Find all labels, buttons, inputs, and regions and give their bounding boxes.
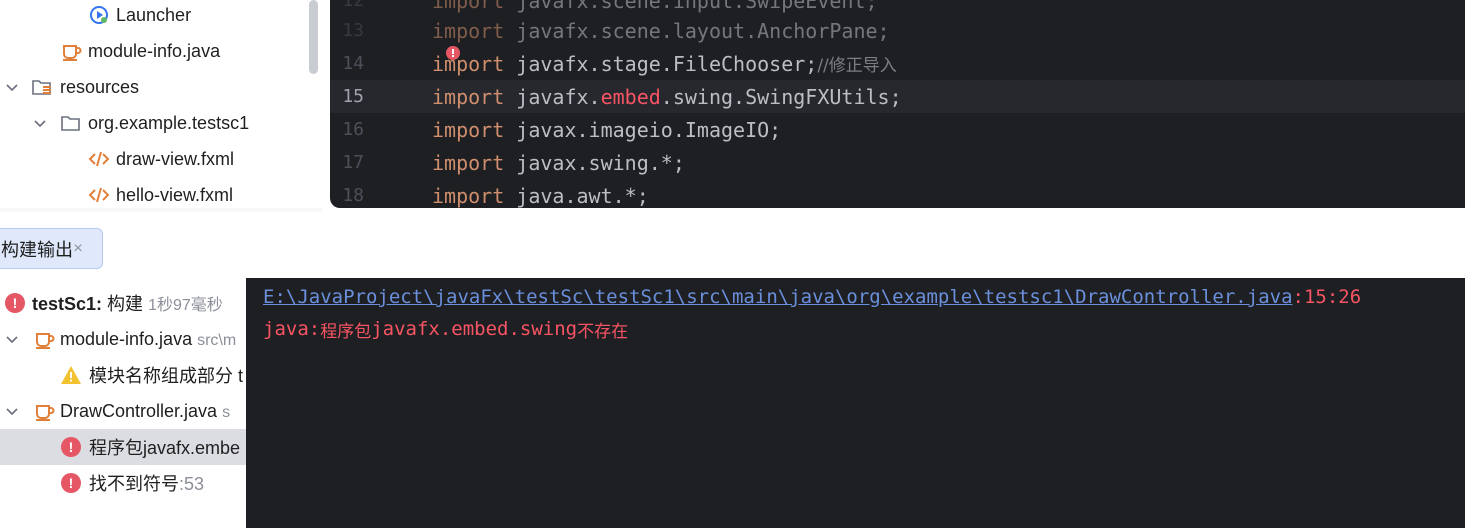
chevron-down-icon[interactable]	[3, 330, 21, 348]
line-number: 18	[342, 185, 364, 206]
tree-item-label: module-info.java	[88, 40, 221, 61]
build-message: 找不到符号	[89, 474, 179, 494]
message-package: javafx.embed.swing	[371, 318, 578, 340]
unresolved-symbol: embed	[600, 84, 661, 109]
message-text: 不存在	[577, 321, 629, 342]
tree-item-label: org.example.testsc1	[88, 112, 250, 133]
code-line-17[interactable]: 17 import javax.swing.*;	[330, 146, 1465, 179]
code-line-15[interactable]: 15 import javafx.embed.swing.SwingFXUtil…	[330, 80, 1465, 113]
build-duration: 1秒97毫秒	[148, 297, 223, 314]
line-number: 17	[342, 152, 364, 173]
line-number: 13	[342, 20, 364, 41]
project-tree-panel: Launcher module-info.java resources org.…	[0, 0, 322, 208]
error-icon: !	[61, 473, 81, 493]
code-text: import javafx.scene.input.SwipeEvent;	[432, 0, 878, 13]
code-text: import javafx.embed.swing.SwingFXUtils;	[432, 84, 902, 109]
tree-scrollbar[interactable]	[309, 0, 318, 74]
close-icon[interactable]: ×	[71, 240, 85, 257]
chevron-down-icon[interactable]	[3, 78, 21, 96]
build-project-name: testSc1:	[32, 294, 103, 314]
line-number: 14	[342, 53, 364, 74]
build-file-path: s	[222, 403, 231, 421]
code-text: import javax.imageio.ImageIO;	[432, 117, 782, 142]
build-file-module-info[interactable]: module-info.java src\m	[0, 321, 246, 357]
error-icon: !	[61, 437, 81, 457]
line-number: 16	[342, 119, 364, 140]
java-file-icon	[33, 328, 55, 350]
message-text: 程序包	[320, 321, 372, 342]
build-line-ref: :53	[179, 474, 205, 494]
package-folder-icon	[60, 112, 82, 134]
code-line-14[interactable]: 14 import javafx.stage.FileChooser;//修正导…	[330, 47, 1465, 80]
build-file-path: src\m	[197, 331, 237, 349]
tree-item-module-info[interactable]: module-info.java	[0, 33, 310, 69]
build-message: 模块名称组成部分 t	[89, 366, 244, 386]
build-warning-item[interactable]: 模块名称组成部分 t	[0, 357, 246, 393]
build-tree-panel: ! testSc1: 构建 1秒97毫秒 module-info.java sr…	[0, 278, 246, 528]
source-file-link[interactable]: E:\JavaProject\javaFx\testSc\testSc1\src…	[263, 286, 1293, 308]
error-marker-icon[interactable]	[444, 46, 462, 64]
build-error-item[interactable]: ! 找不到符号:53	[0, 465, 246, 501]
code-comment: //修正导入	[817, 56, 897, 76]
build-file-name: module-info.java	[60, 328, 193, 349]
message-prefix: java:	[263, 318, 321, 340]
console-error-message: java: 程序包 javafx.embed.swing 不存在	[263, 316, 628, 342]
tree-item-draw-view[interactable]: draw-view.fxml	[0, 141, 310, 177]
build-root-item[interactable]: ! testSc1: 构建 1秒97毫秒	[0, 285, 246, 321]
console-location-line: E:\JavaProject\javaFx\testSc\testSc1\src…	[263, 284, 1361, 310]
code-text: import javafx.scene.layout.AnchorPane;	[432, 18, 890, 43]
tree-item-label: Launcher	[116, 4, 192, 25]
tree-item-resources[interactable]: resources	[0, 69, 310, 105]
tree-item-launcher[interactable]: Launcher	[0, 0, 310, 33]
tree-item-label: resources	[60, 76, 140, 97]
code-text: import java.awt.*;	[432, 183, 649, 208]
build-file-name: DrawController.java	[60, 400, 218, 421]
tab-build-output[interactable]: 构建输出 ×	[0, 228, 103, 269]
tab-label: 构建输出	[1, 239, 73, 260]
chevron-down-icon[interactable]	[3, 402, 21, 420]
tree-item-label: hello-view.fxml	[116, 184, 234, 205]
java-module-icon	[60, 40, 82, 62]
source-position: :15:26	[1292, 286, 1362, 308]
java-file-icon	[33, 400, 55, 422]
fxml-file-icon	[88, 184, 110, 206]
chevron-down-icon[interactable]	[31, 114, 49, 132]
run-config-icon	[88, 4, 110, 26]
error-icon: !	[5, 293, 25, 313]
line-number: 12	[342, 0, 364, 11]
tree-item-hello-view[interactable]: hello-view.fxml	[0, 177, 310, 208]
tree-item-package[interactable]: org.example.testsc1	[0, 105, 310, 141]
build-tool-tabstrip: 构建输出 ×	[0, 212, 1465, 278]
tree-item-label: draw-view.fxml	[116, 148, 235, 169]
code-text: import javax.swing.*;	[432, 150, 685, 175]
resources-folder-icon	[31, 76, 53, 98]
code-text: import javafx.stage.FileChooser;//修正导入	[432, 52, 897, 76]
warning-icon	[61, 366, 81, 384]
code-line-16[interactable]: 16 import javax.imageio.ImageIO;	[330, 113, 1465, 146]
build-status: 构建	[107, 294, 144, 314]
build-error-item[interactable]: ! 程序包javafx.embe	[0, 429, 246, 465]
code-editor[interactable]: 12 import javafx.scene.input.SwipeEvent;…	[330, 0, 1465, 208]
build-file-drawcontroller[interactable]: DrawController.java s	[0, 393, 246, 429]
build-message: 程序包javafx.embe	[89, 438, 241, 458]
build-console[interactable]: E:\JavaProject\javaFx\testSc\testSc1\src…	[246, 278, 1465, 528]
code-line-13[interactable]: 13 import javafx.scene.layout.AnchorPane…	[330, 14, 1465, 47]
fxml-file-icon	[88, 148, 110, 170]
code-line-18[interactable]: 18 import java.awt.*;	[330, 179, 1465, 208]
line-number: 15	[342, 86, 364, 107]
